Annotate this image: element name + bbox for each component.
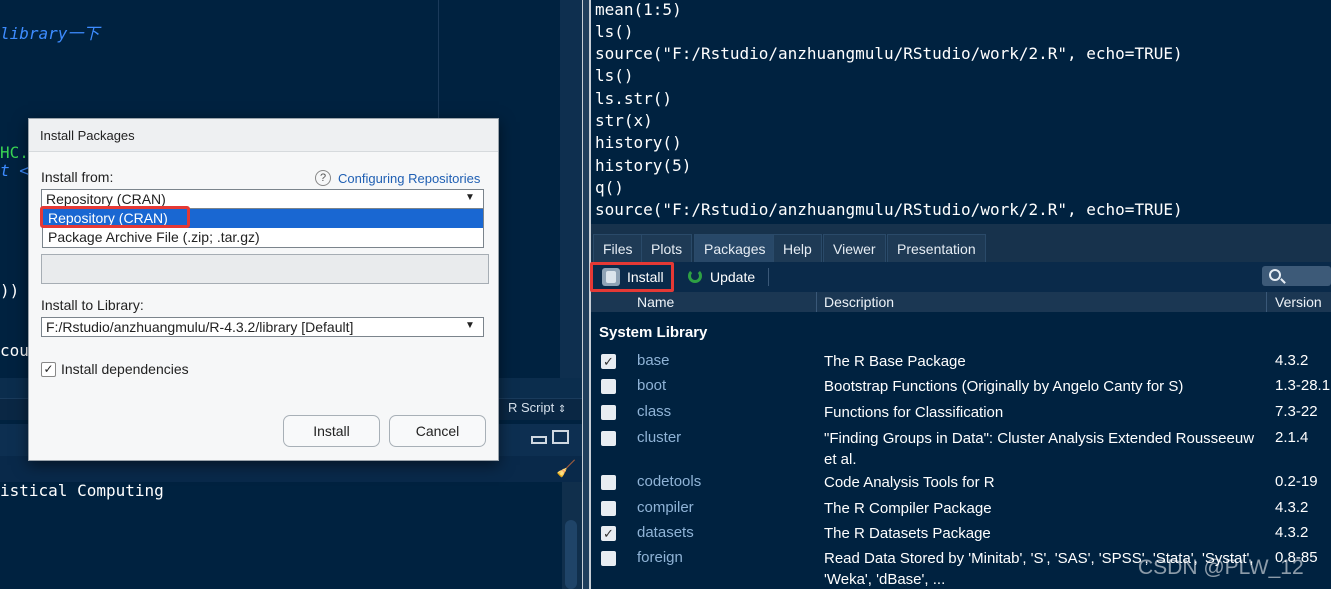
- console-line: ls(): [595, 66, 634, 85]
- install-highlight-box: [590, 262, 674, 292]
- package-description: Functions for Classification: [824, 404, 1004, 421]
- console-line: ls(): [595, 22, 634, 41]
- file-type-label: R Script: [508, 400, 555, 415]
- packages-table-header: [591, 292, 1331, 312]
- column-header-description[interactable]: Description: [824, 294, 894, 310]
- package-version: 2.1.4: [1275, 429, 1309, 446]
- tab-packages[interactable]: Packages: [694, 234, 776, 262]
- search-icon: [1269, 269, 1281, 281]
- console-line: source("F:/Rstudio/anzhuangmulu/RStudio/…: [595, 44, 1183, 63]
- console-scroll-thumb[interactable]: [565, 520, 577, 589]
- package-name-link[interactable]: class: [637, 403, 671, 420]
- option-package-archive[interactable]: Package Archive File (.zip; .tar.gz): [43, 228, 483, 247]
- chevron-down-icon: ▼: [465, 320, 475, 331]
- library-select[interactable]: F:/Rstudio/anzhuangmulu/R-4.3.2/library …: [41, 317, 484, 337]
- package-name-link[interactable]: foreign: [637, 549, 683, 566]
- dialog-title: Install Packages: [40, 128, 135, 143]
- package-description: Code Analysis Tools for R: [824, 474, 995, 491]
- package-version: 4.3.2: [1275, 499, 1309, 516]
- tab-presentation[interactable]: Presentation: [887, 234, 986, 262]
- package-name-link[interactable]: compiler: [637, 499, 694, 516]
- editor-line: t <: [0, 161, 29, 180]
- tab-viewer[interactable]: Viewer: [823, 234, 886, 262]
- console-line: history(): [595, 133, 682, 152]
- chevron-updown-icon: ⇕: [557, 404, 567, 415]
- package-checkbox[interactable]: [601, 405, 616, 420]
- history-console[interactable]: [591, 0, 1331, 224]
- package-name-link[interactable]: base: [637, 352, 670, 369]
- dialog-install-button[interactable]: Install: [283, 415, 380, 447]
- editor-margin-line: [438, 0, 439, 120]
- install-dependencies-label[interactable]: Install dependencies: [61, 361, 189, 377]
- install-to-library-label: Install to Library:: [41, 297, 144, 313]
- minimize-icon[interactable]: [531, 436, 547, 444]
- package-checkbox[interactable]: [601, 501, 616, 516]
- package-checkbox[interactable]: [601, 551, 616, 566]
- pane-splitter-inner: [583, 0, 589, 589]
- package-name-link[interactable]: datasets: [637, 524, 694, 541]
- editor-scrollbar[interactable]: [560, 0, 582, 378]
- editor-line: )): [0, 281, 20, 300]
- package-description: The R Datasets Package: [824, 525, 991, 542]
- console-line: history(5): [595, 156, 692, 175]
- package-name-link[interactable]: cluster: [637, 429, 681, 446]
- packages-toolbar: [591, 262, 1331, 292]
- column-header-version[interactable]: Version: [1275, 294, 1322, 310]
- toolbar-separator: [768, 268, 769, 286]
- package-checkbox[interactable]: ✓: [601, 526, 616, 541]
- chevron-down-icon: ▼: [465, 192, 475, 203]
- editor-line: HC.: [0, 143, 29, 162]
- column-divider: [816, 292, 817, 312]
- package-version: 4.3.2: [1275, 352, 1309, 369]
- install-dependencies-checkbox[interactable]: ✓: [41, 362, 56, 377]
- file-type-selector[interactable]: R Script ⇕: [508, 400, 566, 415]
- package-version: 1.3-28.1: [1275, 377, 1331, 394]
- console-line: ls.str(): [595, 89, 673, 108]
- package-checkbox[interactable]: [601, 475, 616, 490]
- configuring-repositories-link[interactable]: Configuring Repositories: [338, 171, 480, 186]
- cran-highlight-box: [40, 206, 190, 228]
- package-checkbox[interactable]: [601, 431, 616, 446]
- package-description: Bootstrap Functions (Originally by Angel…: [824, 378, 1184, 395]
- tab-files[interactable]: Files: [593, 234, 643, 262]
- console-line: str(x): [595, 111, 653, 130]
- package-description: The R Base Package: [824, 353, 966, 370]
- broom-icon[interactable]: 🧹: [556, 459, 576, 479]
- package-version: 7.3-22: [1275, 403, 1318, 420]
- watermark: CSDN @PLW_12: [1138, 556, 1304, 579]
- dialog-cancel-button[interactable]: Cancel: [389, 415, 486, 447]
- help-icon[interactable]: ?: [315, 170, 331, 186]
- refresh-icon[interactable]: [688, 269, 702, 283]
- package-name-link[interactable]: codetools: [637, 473, 701, 490]
- packages-input[interactable]: [41, 254, 489, 284]
- install-from-label: Install from:: [41, 169, 114, 185]
- column-divider: [1266, 292, 1267, 312]
- package-checkbox[interactable]: ✓: [601, 354, 616, 369]
- system-library-heading: System Library: [599, 324, 708, 341]
- update-packages-button[interactable]: Update: [710, 269, 755, 285]
- package-version: 4.3.2: [1275, 524, 1309, 541]
- package-description: The R Compiler Package: [824, 500, 992, 517]
- tab-help[interactable]: Help: [773, 234, 822, 262]
- package-version: 0.2-19: [1275, 473, 1318, 490]
- console-line: source("F:/Rstudio/anzhuangmulu/RStudio/…: [595, 200, 1183, 219]
- tab-plots[interactable]: Plots: [641, 234, 693, 262]
- editor-line: cou: [0, 341, 29, 360]
- editor-line: library一下: [0, 24, 100, 43]
- console-line: q(): [595, 178, 624, 197]
- maximize-icon[interactable]: [552, 430, 569, 444]
- console-line: mean(1:5): [595, 0, 682, 19]
- package-description: "Finding Groups in Data": Cluster Analys…: [824, 430, 1255, 468]
- package-checkbox[interactable]: [601, 379, 616, 394]
- package-name-link[interactable]: boot: [637, 377, 666, 394]
- column-header-name[interactable]: Name: [637, 294, 674, 310]
- console-line: istical Computing: [0, 481, 164, 500]
